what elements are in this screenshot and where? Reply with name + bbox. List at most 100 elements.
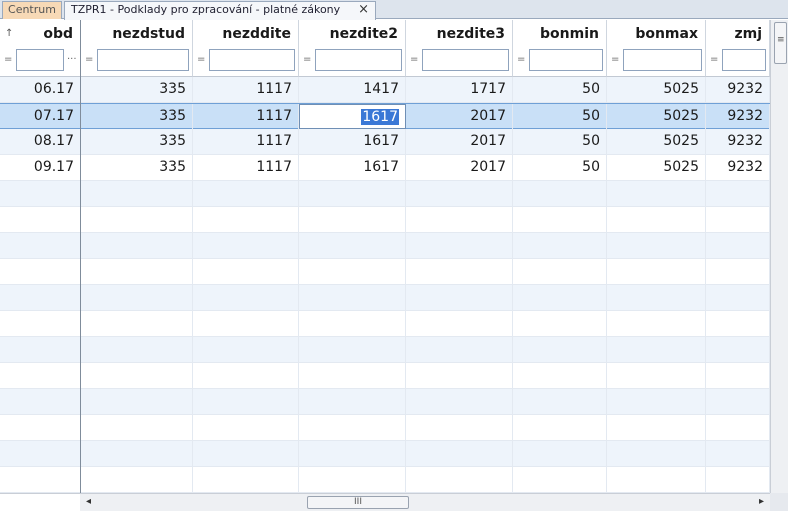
column-header-nezdstud[interactable]: nezdstud = xyxy=(81,20,193,77)
vertical-scroll-thumb[interactable]: ≡ xyxy=(774,22,787,64)
cell-nezddite[interactable]: 1117 xyxy=(193,129,299,154)
cell-nezdite3[interactable]: 2017 xyxy=(406,129,513,154)
filter-operator[interactable]: = xyxy=(303,54,311,65)
cell-nezdite3[interactable]: 1717 xyxy=(406,77,513,102)
column-title: bonmax xyxy=(635,26,698,42)
filter-operator[interactable]: = xyxy=(517,54,525,65)
column-header-nezdite2[interactable]: nezdite2 = xyxy=(299,20,406,77)
scroll-right-icon[interactable]: ▸ xyxy=(759,496,764,507)
cell-zmj[interactable]: 9232 xyxy=(706,104,770,129)
cell-obd[interactable]: 07.17 xyxy=(0,104,81,129)
cell-nezdstud[interactable]: 335 xyxy=(81,104,193,129)
grip-icon: ≡ xyxy=(777,35,785,45)
filter-input-bonmax[interactable] xyxy=(623,49,702,71)
cell-bonmin[interactable]: 50 xyxy=(513,155,607,180)
cell-nezddite xyxy=(193,181,299,206)
column-header-nezdite3[interactable]: nezdite3 = xyxy=(406,20,513,77)
cell-nezdite2[interactable]: 1417 xyxy=(299,77,406,102)
cell-nezdstud xyxy=(81,311,193,336)
cell-obd xyxy=(0,363,81,388)
filter-input-nezdite3[interactable] xyxy=(422,49,509,71)
cell-obd xyxy=(0,233,81,258)
filter-input-bonmin[interactable] xyxy=(529,49,603,71)
cell-nezddite xyxy=(193,311,299,336)
column-header-nezddite[interactable]: nezddite = xyxy=(193,20,299,77)
cell-bonmax[interactable]: 5025 xyxy=(607,155,706,180)
cell-bonmax xyxy=(607,363,706,388)
cell-nezdite3[interactable]: 2017 xyxy=(406,155,513,180)
filter-operator[interactable]: = xyxy=(4,54,12,65)
empty-row xyxy=(0,441,770,467)
cell-nezddite[interactable]: 1117 xyxy=(193,77,299,102)
filter-operator[interactable]: = xyxy=(197,54,205,65)
filter-more-button[interactable]: ··· xyxy=(67,54,77,65)
scrollbar-corner xyxy=(770,493,788,511)
column-title: bonmin xyxy=(540,26,599,42)
table-row[interactable]: 09.17 335 1117 1617 2017 50 5025 9232 xyxy=(0,155,770,181)
cell-nezdite3 xyxy=(406,311,513,336)
selected-text[interactable]: 1617 xyxy=(361,109,399,125)
filter-input-nezddite[interactable] xyxy=(209,49,295,71)
cell-bonmin[interactable]: 50 xyxy=(513,129,607,154)
cell-zmj[interactable]: 9232 xyxy=(706,155,770,180)
empty-row xyxy=(0,467,770,493)
filter-input-nezdite2[interactable] xyxy=(315,49,402,71)
vertical-scrollbar[interactable]: ≡ xyxy=(770,20,788,493)
cell-zmj xyxy=(706,181,770,206)
cell-obd[interactable]: 06.17 xyxy=(0,77,81,102)
cell-nezdstud[interactable]: 335 xyxy=(81,77,193,102)
cell-nezdite2[interactable]: 1617 xyxy=(299,155,406,180)
cell-nezddite[interactable]: 1117 xyxy=(193,104,299,129)
cell-bonmax[interactable]: 5025 xyxy=(607,77,706,102)
cell-nezddite[interactable]: 1117 xyxy=(193,155,299,180)
column-title: nezdite3 xyxy=(436,26,505,42)
cell-bonmin[interactable]: 50 xyxy=(513,104,607,129)
cell-editor-nezdite2[interactable]: 1617 xyxy=(299,104,406,129)
empty-row xyxy=(0,259,770,285)
cell-nezdite3[interactable]: 2017 xyxy=(406,104,513,129)
cell-zmj[interactable]: 9232 xyxy=(706,129,770,154)
empty-row xyxy=(0,207,770,233)
filter-operator[interactable]: = xyxy=(611,54,619,65)
column-header-bonmin[interactable]: bonmin = xyxy=(513,20,607,77)
cell-nezdite2 xyxy=(299,363,406,388)
filter-input-obd[interactable] xyxy=(16,49,64,71)
empty-row xyxy=(0,181,770,207)
cell-bonmax[interactable]: 5025 xyxy=(607,129,706,154)
filter-operator[interactable]: = xyxy=(410,54,418,65)
column-header-zmj[interactable]: zmj = xyxy=(706,20,770,77)
cell-obd[interactable]: 08.17 xyxy=(0,129,81,154)
table-row[interactable]: 08.17 335 1117 1617 2017 50 5025 9232 xyxy=(0,129,770,155)
cell-bonmin[interactable]: 50 xyxy=(513,77,607,102)
filter-operator[interactable]: = xyxy=(85,54,93,65)
filter-input-zmj[interactable] xyxy=(722,49,766,71)
cell-nezdite2[interactable]: 1617 xyxy=(299,129,406,154)
cell-nezdite3 xyxy=(406,207,513,232)
tab-centrum[interactable]: Centrum xyxy=(2,1,62,19)
sort-ascending-icon: ↑ xyxy=(5,28,14,39)
cell-bonmax[interactable]: 5025 xyxy=(607,104,706,129)
scroll-left-icon[interactable]: ◂ xyxy=(86,496,91,507)
filter-operator[interactable]: = xyxy=(710,54,718,65)
cell-zmj[interactable]: 9232 xyxy=(706,77,770,102)
horizontal-scrollbar[interactable]: ◂ III ▸ xyxy=(80,493,770,511)
cell-nezdstud[interactable]: 335 xyxy=(81,155,193,180)
column-title: obd xyxy=(43,26,73,42)
cell-zmj xyxy=(706,363,770,388)
cell-obd[interactable]: 09.17 xyxy=(0,155,81,180)
cell-zmj xyxy=(706,415,770,440)
cell-nezdite3 xyxy=(406,415,513,440)
cell-bonmin xyxy=(513,181,607,206)
table-row[interactable]: 06.17 335 1117 1417 1717 50 5025 9232 xyxy=(0,77,770,103)
column-header-obd[interactable]: obd ↑ = ··· xyxy=(0,20,81,77)
horizontal-scroll-thumb[interactable]: III xyxy=(307,496,409,509)
tab-tzpr1[interactable]: TZPR1 - Podklady pro zpracování - platné… xyxy=(64,1,376,20)
cell-nezdite2 xyxy=(299,181,406,206)
filter-input-nezdstud[interactable] xyxy=(97,49,189,71)
table-row[interactable]: 07.17 335 1117 1617 2017 50 5025 9232 xyxy=(0,103,770,129)
close-icon[interactable]: × xyxy=(358,2,369,18)
cell-nezdstud[interactable]: 335 xyxy=(81,129,193,154)
tab-centrum-label: Centrum xyxy=(8,3,56,16)
column-title: nezdstud xyxy=(112,26,185,42)
column-header-bonmax[interactable]: bonmax = xyxy=(607,20,706,77)
